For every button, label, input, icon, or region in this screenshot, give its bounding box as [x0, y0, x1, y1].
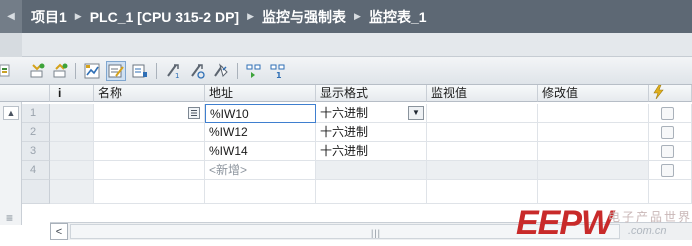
format-dropdown-icon[interactable]: ▼ [408, 106, 424, 120]
row-number[interactable]: 2 [22, 123, 50, 142]
row-gutter: ▲ ≡ [0, 102, 22, 225]
row-modify-value-cell [538, 161, 649, 180]
modify-trigger-icon[interactable] [187, 61, 207, 81]
collapse-left-icon[interactable]: ◀ [0, 0, 22, 33]
row-name-cell[interactable] [94, 142, 205, 161]
row-modify-enable-cell [649, 142, 692, 161]
row-format-cell[interactable]: 十六进制 ▼ [316, 104, 427, 123]
row-name-cell[interactable] [94, 161, 205, 180]
header-band [0, 33, 692, 57]
scroll-left-icon[interactable]: < [50, 223, 68, 240]
breadcrumb-plc[interactable]: PLC_1 [CPU 315-2 DP] [90, 9, 239, 25]
modify-enable-checkbox[interactable] [661, 107, 674, 120]
title-bar: ◀ 项目1 ▶ PLC_1 [CPU 315-2 DP] ▶ 监控与强制表 ▶ … [0, 0, 692, 33]
lightning-icon [653, 85, 664, 100]
row-info-cell [50, 142, 94, 161]
add-new-row-cell[interactable]: <新增> [205, 161, 316, 180]
eepw-logo: EEPW [516, 204, 613, 242]
modify-enable-checkbox[interactable] [661, 164, 674, 177]
monitor-icon[interactable] [106, 61, 126, 81]
add-row-icon[interactable] [51, 61, 71, 81]
side-panel-icon[interactable] [0, 62, 10, 80]
breadcrumb-watch-tables[interactable]: 监控与强制表 [262, 7, 346, 27]
breadcrumb-separator-icon: ▶ [247, 11, 255, 21]
row-name-cell[interactable] [94, 104, 205, 123]
row-info-cell [50, 123, 94, 142]
svg-text:1: 1 [175, 72, 179, 80]
watch-table-toolbar: 1 1 [0, 57, 692, 85]
row-number-empty [22, 180, 50, 204]
row-modify-value-cell[interactable] [538, 123, 649, 142]
row-number[interactable]: 3 [22, 142, 50, 161]
empty-cell [205, 180, 316, 204]
row-modify-enable-cell [649, 161, 692, 180]
row-monitor-value-cell [427, 161, 538, 180]
eepw-domain: .com.cn [628, 225, 667, 237]
monitor-all-icon[interactable] [244, 61, 264, 81]
band-edge [0, 33, 22, 57]
modify-now-icon[interactable]: 1 [163, 61, 183, 81]
toolbar-separator [75, 63, 76, 79]
breadcrumb-project[interactable]: 项目1 [31, 7, 67, 27]
row-monitor-value-cell [427, 104, 538, 123]
scroll-up-icon[interactable]: ▲ [3, 106, 19, 120]
row-format-cell[interactable]: 十六进制 [316, 123, 427, 142]
scrollbar-grip-icon: ||| [371, 228, 382, 238]
row-address-cell[interactable]: %IW12 [205, 123, 316, 142]
empty-cell [94, 180, 205, 204]
enable-peripheral-icon[interactable] [211, 61, 231, 81]
row-modify-value-cell[interactable] [538, 142, 649, 161]
row-info-cell [50, 161, 94, 180]
insert-row-icon[interactable] [28, 61, 48, 81]
breadcrumb: 项目1 ▶ PLC_1 [CPU 315-2 DP] ▶ 监控与强制表 ▶ 监控… [22, 7, 427, 27]
monitor-once-icon[interactable]: 1 [268, 61, 288, 81]
modify-enable-checkbox[interactable] [661, 126, 674, 139]
row-format-cell [316, 161, 427, 180]
breadcrumb-separator-icon: ▶ [74, 11, 82, 21]
force-icon[interactable] [130, 61, 150, 81]
row-number[interactable]: 1 [22, 104, 50, 123]
column-header-monitor-value[interactable]: 监视值 [427, 85, 538, 102]
row-modify-enable-cell [649, 123, 692, 142]
breadcrumb-current-table[interactable]: 监控表_1 [369, 7, 427, 27]
column-header-address[interactable]: 地址 [205, 85, 316, 102]
tag-list-icon[interactable] [188, 107, 200, 119]
row-monitor-value-cell [427, 142, 538, 161]
column-header-name[interactable]: 名称 [94, 85, 205, 102]
row-name-cell[interactable] [94, 123, 205, 142]
row-info-cell [50, 104, 94, 123]
breadcrumb-separator-icon: ▶ [354, 11, 361, 21]
row-monitor-value-cell [427, 123, 538, 142]
column-header-modify-enable[interactable] [649, 85, 692, 102]
toolbar-separator [237, 63, 238, 79]
column-header-modify-value[interactable]: 修改值 [538, 85, 649, 102]
header-corner [0, 85, 50, 102]
row-info-cell [50, 180, 94, 204]
column-header-display-format[interactable]: 显示格式 [316, 85, 427, 102]
toolbar-separator [156, 63, 157, 79]
eepw-chinese-text: 电子产品世界 [608, 210, 692, 224]
show-all-icon[interactable] [82, 61, 102, 81]
gutter-grip-icon[interactable]: ≡ [6, 211, 13, 225]
row-format-value: 十六进制 [320, 106, 369, 120]
eepw-watermark: EEPW 电子产品世界 .com.cn [516, 200, 692, 246]
column-header-info[interactable]: i [50, 85, 94, 102]
row-address-cell-selected[interactable]: %IW10 [205, 104, 316, 123]
empty-cell [316, 180, 427, 204]
row-modify-value-cell[interactable] [538, 104, 649, 123]
row-number[interactable]: 4 [22, 161, 50, 180]
row-modify-enable-cell [649, 104, 692, 123]
modify-enable-checkbox[interactable] [661, 145, 674, 158]
svg-text:1: 1 [276, 71, 282, 80]
row-format-cell[interactable]: 十六进制 [316, 142, 427, 161]
row-address-cell[interactable]: %IW14 [205, 142, 316, 161]
